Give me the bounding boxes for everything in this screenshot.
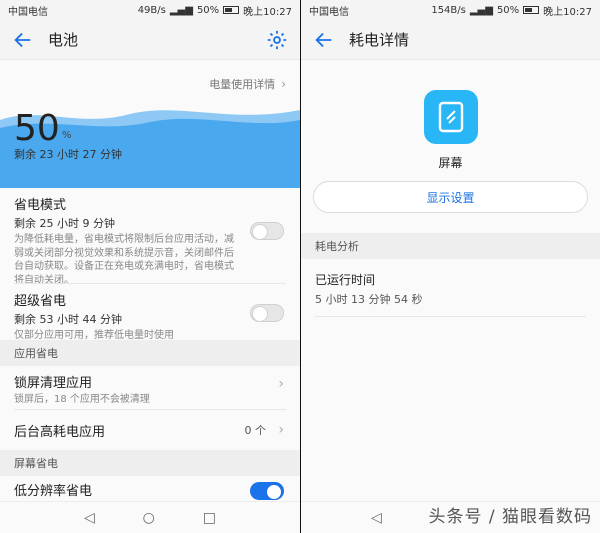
clock: 晚上10:27 [543,6,592,18]
battery-level-panel: 50 % 剩余 23 小时 27 分钟 [0,98,300,188]
low-res-title: 低分辨率省电 [14,484,93,499]
battery-screen: 中国电信 49B/s ▂▄▆ 50% 晚上10:27 电池 电量使用详情 › 5… [0,0,300,533]
watermark: 头条号 / 猫眼看数码 [428,507,592,527]
runtime-title: 已运行时间 [315,273,376,287]
battery-percent: 50% [196,4,220,16]
signal-icon: ▂▄▆ [469,4,493,16]
background-high-row[interactable]: 后台高耗电应用 0 个 › [0,410,300,450]
nav-back-icon[interactable]: ◁ [84,510,95,526]
network-speed: 154B/s [431,4,466,16]
battery-percent-large: 50 [14,108,60,149]
nav-back-icon[interactable]: ◁ [371,510,382,526]
percent-sign: % [62,130,72,141]
app-bar: 电池 [0,20,300,60]
super-saving-remaining: 剩余 53 小时 44 分钟 [14,313,122,326]
super-saving-desc: 仅部分应用可用，推荐低电量时使用 [14,330,174,341]
runtime-row: 已运行时间 5 小时 13 分钟 54 秒 [301,259,600,317]
chevron-right-icon: › [278,422,284,438]
display-settings-button[interactable]: 显示设置 [313,181,588,213]
runtime-value: 5 小时 13 分钟 54 秒 [315,293,423,306]
lockscreen-clean-desc: 锁屏后，18 个应用不会被清理 [14,394,150,405]
power-details-screen: 中国电信 154B/s ▂▄▆ 50% 晚上10:27 耗电详情 屏幕 显示设置… [301,0,600,533]
network-speed: 49B/s [137,4,166,16]
section-power-analysis: 耗电分析 [301,233,600,259]
battery-icon [523,6,540,14]
signal-icon: ▂▄▆ [169,4,193,16]
lockscreen-clean-title: 锁屏清理应用 [14,376,93,391]
clock: 晚上10:27 [243,6,292,18]
battery-remaining: 剩余 23 小时 27 分钟 [14,148,122,161]
nav-bar: ◁ ○ □ [0,501,300,533]
super-saving-title: 超级省电 [14,294,67,309]
power-saving-title: 省电模式 [14,198,67,213]
section-app-saving: 应用省电 [0,340,300,366]
back-arrow-icon[interactable] [313,29,335,51]
battery-icon [223,6,240,14]
carrier-label: 中国电信 [8,6,48,18]
chevron-right-icon: › [278,376,284,392]
page-title: 电池 [48,31,79,49]
app-header: 屏幕 [301,90,600,171]
status-bar: 中国电信 49B/s ▂▄▆ 50% 晚上10:27 [0,0,300,20]
super-saving-toggle[interactable] [250,304,284,322]
super-saving-row[interactable]: 超级省电 剩余 53 小时 44 分钟 仅部分应用可用，推荐低电量时使用 [0,284,300,341]
usage-details-label: 电量使用详情 [209,78,276,91]
power-saving-remaining: 剩余 25 小时 9 分钟 [14,217,115,230]
gear-icon[interactable] [266,29,288,51]
back-arrow-icon[interactable] [12,29,34,51]
screen-app-icon [423,90,478,144]
section-screen-saving: 屏幕省电 [0,450,300,476]
chevron-right-icon: › [281,77,286,91]
battery-percent: 50% [496,4,520,16]
low-res-toggle[interactable] [250,482,284,500]
app-name: 屏幕 [438,156,463,170]
page-title: 耗电详情 [349,31,410,49]
lockscreen-clean-row[interactable]: 锁屏清理应用 锁屏后，18 个应用不会被清理 › [0,366,300,410]
power-saving-row[interactable]: 省电模式 剩余 25 小时 9 分钟 为降低耗电量，省电模式将限制后台应用活动，… [0,188,300,286]
nav-recents-icon[interactable]: □ [203,510,216,526]
background-high-count: 0 个 [244,424,267,437]
power-saving-toggle[interactable] [250,222,284,240]
app-bar: 耗电详情 [301,20,600,60]
background-high-title: 后台高耗电应用 [14,424,106,440]
carrier-label: 中国电信 [309,6,349,18]
status-bar: 中国电信 154B/s ▂▄▆ 50% 晚上10:27 [301,0,600,20]
power-saving-desc: 为降低耗电量，省电模式将限制后台应用活动，减弱或关闭部分视觉效果和系统提示音，关… [14,234,234,286]
nav-home-icon[interactable]: ○ [143,510,155,526]
usage-details-link[interactable]: 电量使用详情 › [0,70,300,98]
